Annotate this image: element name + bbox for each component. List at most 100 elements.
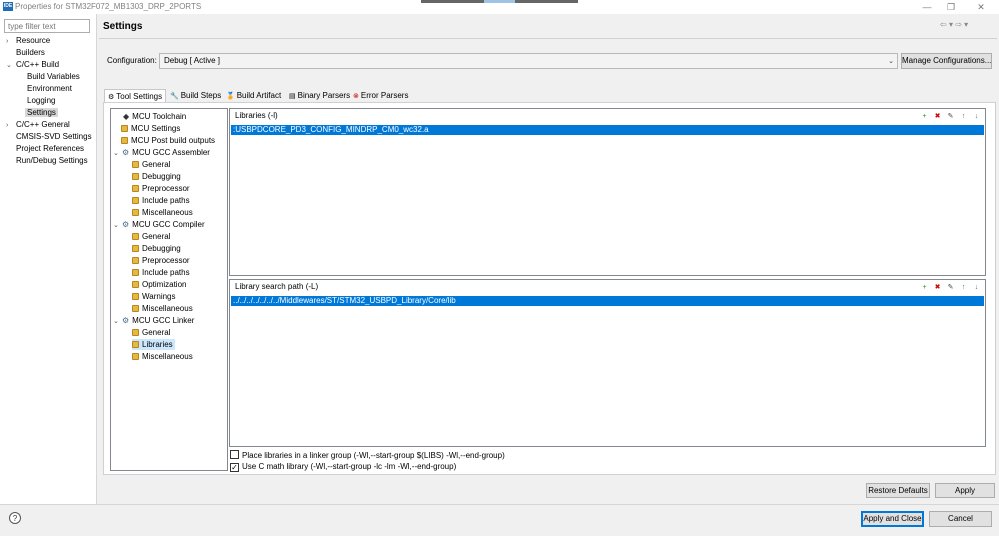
tree-item-cpp-build[interactable]: ⌄ C/C++ Build <box>6 59 95 71</box>
tool-item-ld-misc[interactable]: Miscellaneous <box>132 351 193 362</box>
restore-defaults-button[interactable]: Restore Defaults <box>866 483 930 498</box>
property-tree: › Resource Builders ⌄ C/C++ Build Build Va… <box>6 35 95 167</box>
tool-settings-tree[interactable]: ◆ MCU Toolchain MCU Settings MCU Post bui… <box>110 108 228 471</box>
tool-item-label: Miscellaneous <box>142 352 193 361</box>
cancel-button[interactable]: Cancel <box>929 511 992 527</box>
tool-item-asm-preprocessor[interactable]: Preprocessor <box>132 183 190 194</box>
tool-item-ld-general[interactable]: General <box>132 327 170 338</box>
expand-icon[interactable]: › <box>6 120 16 132</box>
tree-item-logging[interactable]: Logging <box>6 95 95 107</box>
tree-item-run-debug[interactable]: Run/Debug Settings <box>6 155 95 167</box>
configuration-select[interactable]: Debug [ Active ] ⌄ <box>159 53 898 69</box>
tool-item-label: Optimization <box>142 280 187 289</box>
tree-item-cmsis-svd[interactable]: CMSIS-SVD Settings <box>6 131 95 143</box>
linker-group-checkbox[interactable] <box>230 450 239 459</box>
tree-item-settings[interactable]: Settings <box>6 107 95 119</box>
linker-group-checkbox-row[interactable]: Place libraries in a linker group (-Wl,-… <box>230 450 505 461</box>
add-icon[interactable]: + <box>920 112 929 121</box>
tool-item-cc-misc[interactable]: Miscellaneous <box>132 303 193 314</box>
tree-item-label: Run/Debug Settings <box>16 156 88 165</box>
tool-item-label: MCU GCC Linker <box>132 316 195 325</box>
collapse-icon[interactable]: ⌄ <box>113 316 122 327</box>
tree-item-resource[interactable]: › Resource <box>6 35 95 47</box>
list-item[interactable]: :USBPDCORE_PD3_CONFIG_MINDRP_CM0_wc32.a <box>231 125 984 135</box>
history-nav: ⇦ ▾ ⇨ ▾ <box>940 20 975 29</box>
delete-icon[interactable]: ✖ <box>933 283 942 292</box>
gear-icon: ⚙ <box>122 220 130 229</box>
tool-item-cc-debugging[interactable]: Debugging <box>132 243 181 254</box>
chevron-down-icon[interactable]: ▾ <box>964 20 968 29</box>
tool-item-asm-misc[interactable]: Miscellaneous <box>132 207 193 218</box>
help-icon[interactable]: ? <box>9 512 21 524</box>
tool-item-mcu-settings[interactable]: MCU Settings <box>121 123 180 134</box>
tree-item-build-variables[interactable]: Build Variables <box>6 71 95 83</box>
libraries-list-box[interactable]: Libraries (-l) + ✖ ✎ ↑ ↓ :USBPDCORE_PD3_CONF… <box>229 108 986 276</box>
edit-icon[interactable]: ✎ <box>946 283 955 292</box>
tree-item-project-references[interactable]: Project References <box>6 143 95 155</box>
tool-item-gcc-linker[interactable]: ⌄ ⚙ MCU GCC Linker <box>113 315 194 326</box>
settings-icon <box>121 137 128 144</box>
back-icon[interactable]: ⇦ <box>940 20 947 29</box>
option-icon <box>132 353 139 360</box>
math-library-checkbox[interactable]: ✓ <box>230 463 239 472</box>
add-icon[interactable]: + <box>920 283 929 292</box>
libraries-title: Libraries (-l) <box>235 111 278 120</box>
configuration-label: Configuration: <box>107 56 157 65</box>
apply-and-close-button[interactable]: Apply and Close <box>861 511 924 527</box>
option-icon <box>132 269 139 276</box>
tool-item-label: MCU Toolchain <box>132 112 187 121</box>
toolchain-icon: ◆ <box>123 112 130 121</box>
tool-item-ld-libraries[interactable]: Libraries <box>132 339 175 350</box>
collapse-icon[interactable]: ⌄ <box>113 220 122 231</box>
tool-item-cc-general[interactable]: General <box>132 231 170 242</box>
tree-item-environment[interactable]: Environment <box>6 83 95 95</box>
apply-button[interactable]: Apply <box>935 483 995 498</box>
tree-item-label: C/C++ Build <box>16 60 60 69</box>
list-item[interactable]: ../../../../../../../Middlewares/ST/STM3… <box>231 296 984 306</box>
restore-button[interactable]: ❐ <box>944 1 958 13</box>
tool-item-asm-include-paths[interactable]: Include paths <box>132 195 190 206</box>
manage-configurations-button[interactable]: Manage Configurations... <box>901 53 992 69</box>
checkbox-label: Use C math library (-Wl,--start-group -l… <box>242 462 457 471</box>
tool-item-cc-preprocessor[interactable]: Preprocessor <box>132 255 190 266</box>
tool-item-asm-general[interactable]: General <box>132 159 170 170</box>
tab-build-steps[interactable]: 🔧 Build Steps <box>167 89 224 103</box>
tool-item-label: General <box>142 160 171 169</box>
library-paths-list-box[interactable]: Library search path (-L) + ✖ ✎ ↑ ↓ ../../../… <box>229 279 986 447</box>
math-library-checkbox-row[interactable]: ✓ Use C math library (-Wl,--start-group -… <box>230 462 456 472</box>
collapse-icon[interactable]: ⌄ <box>6 60 16 72</box>
tab-error-parsers[interactable]: ⊗ Error Parsers <box>350 89 411 103</box>
library-paths-toolbar: + ✖ ✎ ↑ ↓ <box>916 282 981 292</box>
tree-item-cpp-general[interactable]: › C/C++ General <box>6 119 95 131</box>
tool-item-cc-optimization[interactable]: Optimization <box>132 279 186 290</box>
filter-input[interactable] <box>4 19 90 33</box>
move-down-icon[interactable]: ↓ <box>972 283 981 292</box>
close-button[interactable]: ✕ <box>974 1 988 13</box>
forward-icon[interactable]: ⇨ <box>955 20 962 29</box>
option-icon <box>132 161 139 168</box>
wrench-icon: 🔧 <box>170 93 179 100</box>
tool-item-cc-include-paths[interactable]: Include paths <box>132 267 190 278</box>
move-down-icon[interactable]: ↓ <box>972 112 981 121</box>
tool-item-cc-warnings[interactable]: Warnings <box>132 291 176 302</box>
move-up-icon[interactable]: ↑ <box>959 283 968 292</box>
tool-item-gcc-assembler[interactable]: ⌄ ⚙ MCU GCC Assembler <box>113 147 210 158</box>
tree-item-builders[interactable]: Builders <box>6 47 95 59</box>
tool-item-post-build[interactable]: MCU Post build outputs <box>121 135 215 146</box>
app-icon: IDE <box>3 2 13 11</box>
tool-item-gcc-compiler[interactable]: ⌄ ⚙ MCU GCC Compiler <box>113 219 205 230</box>
edit-icon[interactable]: ✎ <box>946 112 955 121</box>
tool-item-asm-debugging[interactable]: Debugging <box>132 171 181 182</box>
tool-item-mcu-toolchain[interactable]: ◆ MCU Toolchain <box>123 111 186 122</box>
delete-icon[interactable]: ✖ <box>933 112 942 121</box>
move-up-icon[interactable]: ↑ <box>959 112 968 121</box>
option-icon <box>132 185 139 192</box>
collapse-icon[interactable]: ⌄ <box>113 148 122 159</box>
tool-item-label: MCU Post build outputs <box>131 136 216 145</box>
tab-binary-parsers[interactable]: ▤ Binary Parsers <box>286 89 353 103</box>
chevron-down-icon[interactable]: ▾ <box>949 20 953 29</box>
minimize-button[interactable]: — <box>920 1 934 13</box>
tab-build-artifact[interactable]: 🏅 Build Artifact <box>223 89 284 103</box>
gear-icon: ⚙ <box>122 148 130 157</box>
tool-item-label: General <box>142 232 171 241</box>
